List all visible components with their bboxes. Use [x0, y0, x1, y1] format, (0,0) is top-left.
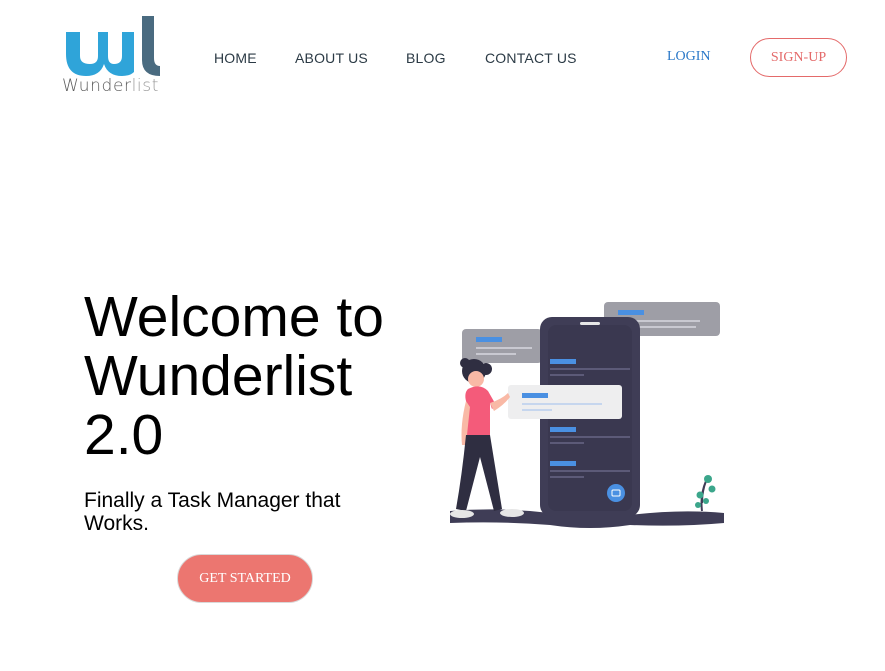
nav-contact-link[interactable]: CONTACT US	[485, 50, 577, 66]
nav-about-link[interactable]: ABOUT US	[295, 50, 368, 66]
nav-home-link[interactable]: HOME	[214, 50, 257, 66]
wl-logo-mark-icon	[66, 16, 160, 76]
get-started-button[interactable]: GET STARTED	[177, 554, 313, 603]
person-with-phone-illustration-icon	[450, 302, 724, 528]
nav-blog-link[interactable]: BLOG	[406, 50, 446, 66]
hero-illustration	[440, 295, 740, 535]
login-link[interactable]: LOGIN	[667, 49, 711, 65]
brand-logo[interactable]: Wunderlist	[60, 14, 164, 98]
signup-button[interactable]: SIGN-UP	[750, 38, 847, 77]
brand-wordmark: Wunderlist	[62, 76, 159, 96]
hero-subtitle: Finally a Task Manager that Works.	[84, 489, 341, 535]
hero-title: Welcome to Wunderlist 2.0	[84, 285, 384, 467]
